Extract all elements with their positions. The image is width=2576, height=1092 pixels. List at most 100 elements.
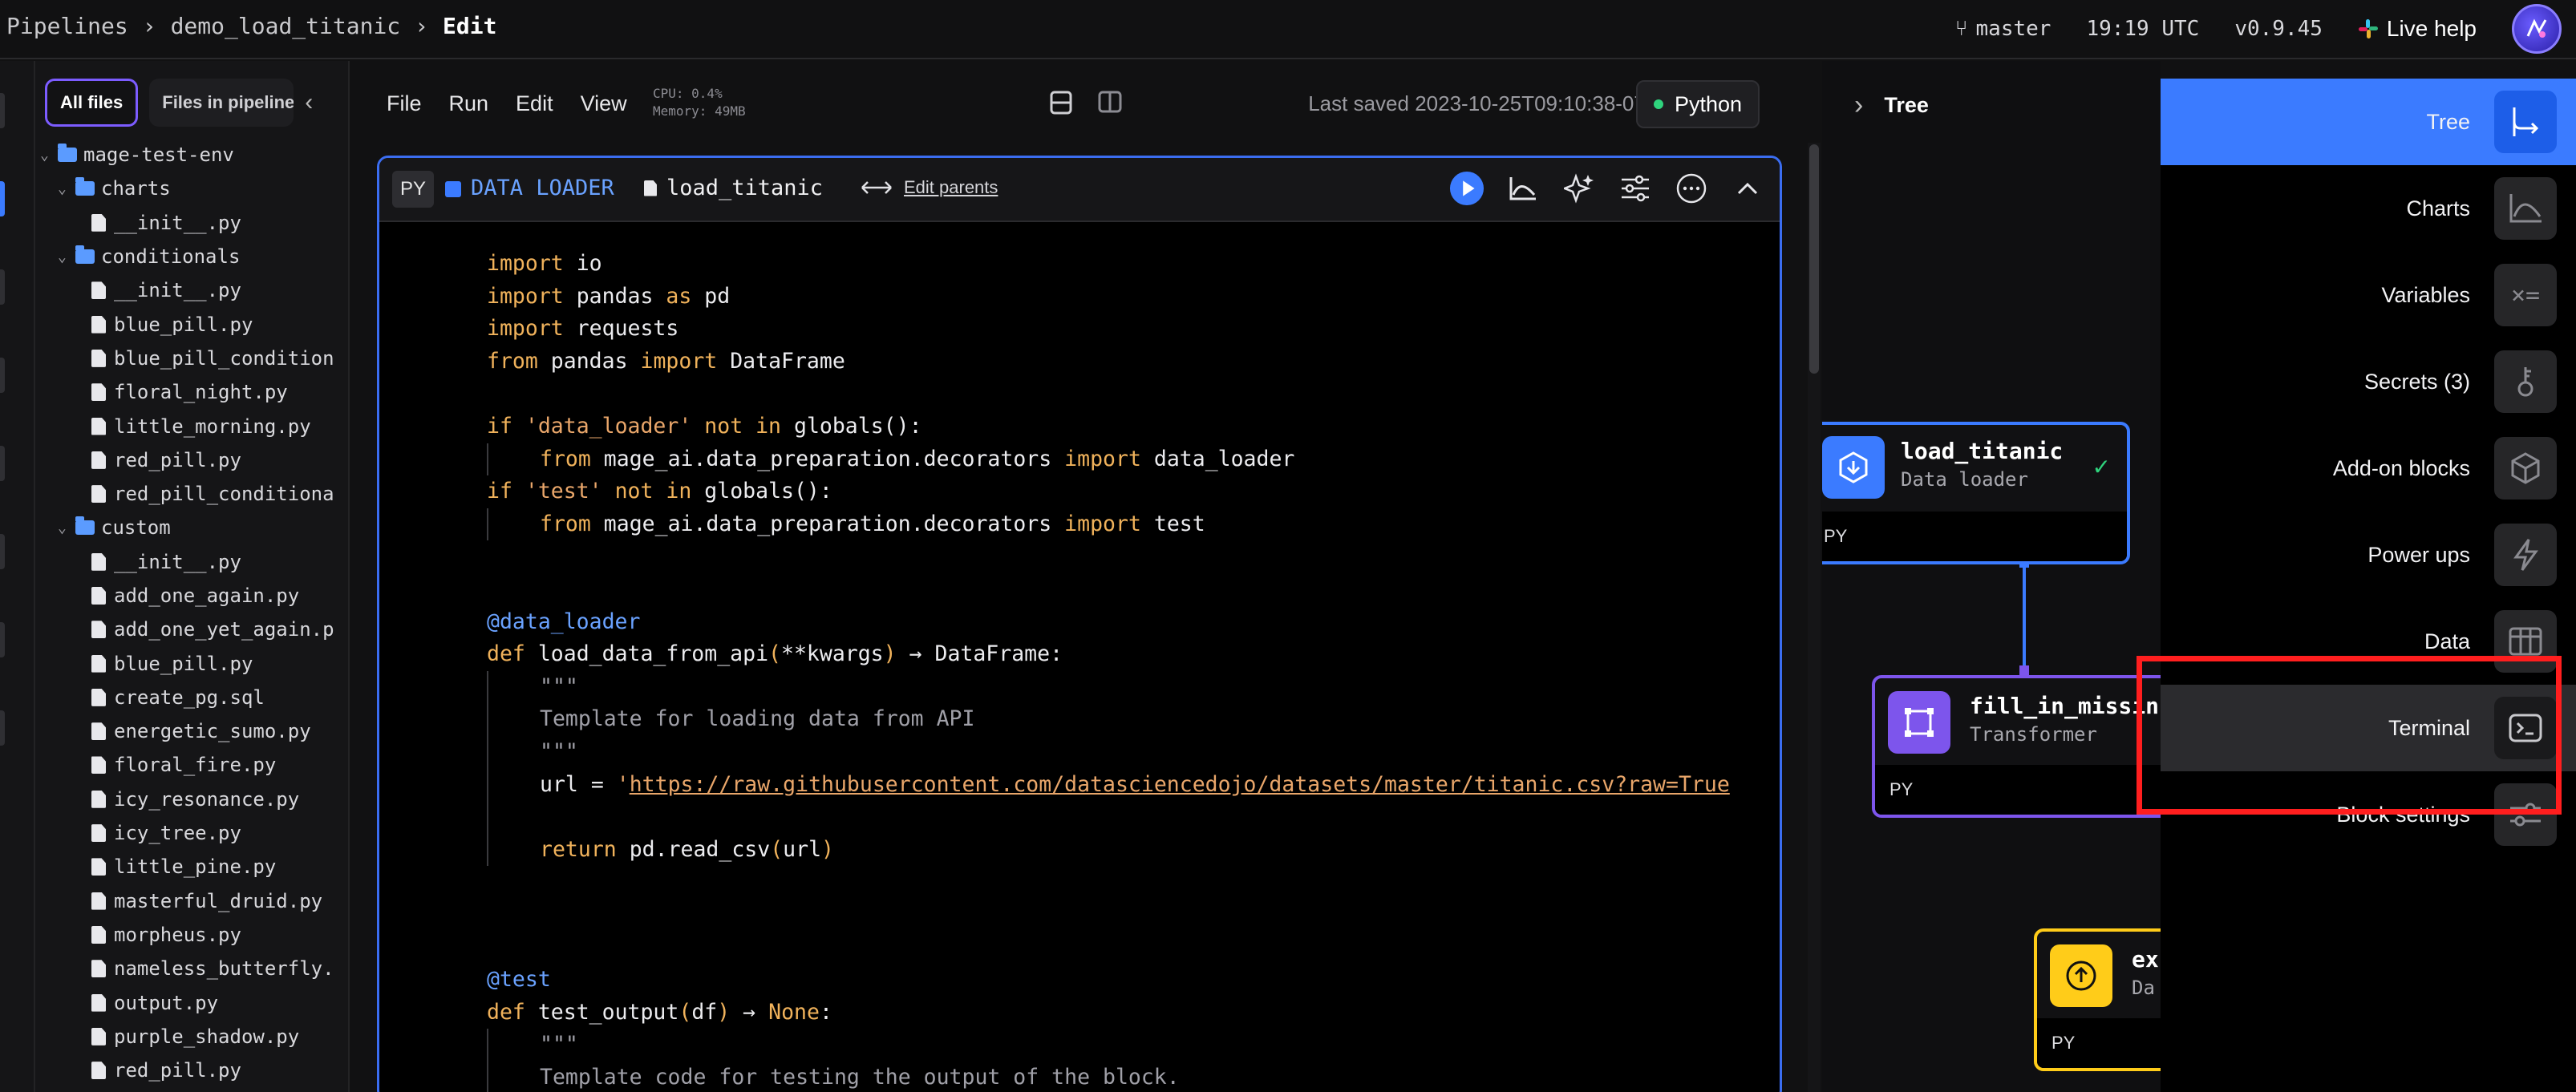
scrollbar-thumb[interactable]: [1809, 144, 1819, 374]
node-subtitle: Transformer: [1970, 723, 2097, 746]
file-tree-file[interactable]: add_one_again.py: [35, 579, 348, 613]
arrows-icon: [861, 181, 892, 194]
code-block[interactable]: PY DATA LOADER load_titanic Edit parents: [377, 156, 1782, 1092]
top-header: Pipelines › demo_load_titanic › Edit ⑂ m…: [0, 0, 2576, 59]
tab-all-files[interactable]: All files: [45, 79, 139, 127]
file-tree-folder[interactable]: ⌄ conditionals: [35, 240, 348, 273]
file-tree-file[interactable]: icy_resonance.py: [35, 783, 348, 816]
chevron-down-icon[interactable]: ⌄: [58, 249, 75, 265]
run-button[interactable]: [1449, 171, 1484, 206]
rail-item[interactable]: [0, 534, 5, 569]
file-tree-file[interactable]: masterful_druid.py: [35, 884, 348, 918]
menu-edit[interactable]: Edit: [516, 91, 553, 116]
transformer-icon: [1888, 691, 1950, 754]
file-icon: [91, 1027, 106, 1045]
block-settings-button[interactable]: [1618, 171, 1653, 206]
sidekick-item-label: Tree: [2426, 109, 2470, 134]
file-tree-folder[interactable]: ⌄ custom: [35, 511, 348, 544]
charts-button[interactable]: [1505, 171, 1541, 206]
branch-indicator[interactable]: ⑂ master: [1955, 17, 2051, 41]
rail-item[interactable]: [0, 358, 5, 393]
block-name[interactable]: load_titanic: [644, 176, 823, 200]
file-tree-file[interactable]: blue_pill.py: [35, 307, 348, 341]
file-tree-file[interactable]: __init__.py: [35, 545, 348, 579]
rail-item[interactable]: [0, 269, 5, 305]
tree-node-load-titanic[interactable]: load_titanic Data loader ✓ PY: [1822, 422, 2130, 564]
sidekick-item-charts[interactable]: Charts: [2161, 165, 2576, 252]
split-vertical-icon[interactable]: [1097, 90, 1123, 114]
file-tree-file[interactable]: little_morning.py: [35, 409, 348, 443]
file-tree-file[interactable]: energetic_sumo.py: [35, 714, 348, 748]
rail-item[interactable]: [0, 93, 5, 128]
rail-item[interactable]: [0, 622, 5, 657]
file-tree-file[interactable]: create_pg.sql: [35, 681, 348, 714]
file-tree-file[interactable]: blue_pill.py: [35, 646, 348, 680]
file-tree-file[interactable]: purple_shadow.py: [35, 1020, 348, 1054]
sidekick-item-power-ups[interactable]: Power ups: [2161, 512, 2576, 598]
file-tree-file[interactable]: morpheus.py: [35, 918, 348, 952]
code-editor[interactable]: import io import pandas as pd import req…: [379, 224, 1780, 1092]
tab-files-in-pipeline[interactable]: Files in pipeline: [149, 79, 294, 127]
edit-parents[interactable]: Edit parents: [861, 177, 998, 198]
file-tree-file[interactable]: __init__.py: [35, 206, 348, 240]
live-help-button[interactable]: Live help: [2358, 16, 2477, 42]
more-button[interactable]: [1674, 171, 1709, 206]
menu-run[interactable]: Run: [449, 91, 489, 116]
file-tree-file[interactable]: icy_tree.py: [35, 816, 348, 850]
sidekick-item-variables[interactable]: Variables ×=: [2161, 252, 2576, 338]
menu-view[interactable]: View: [581, 91, 627, 116]
file-tree-folder[interactable]: ⌄ charts: [35, 172, 348, 205]
rail-item[interactable]: [0, 710, 5, 746]
file-icon: [91, 790, 106, 808]
code-line: """: [379, 735, 1780, 769]
file-tree-file[interactable]: red_pill_conditiona: [35, 477, 348, 511]
chevron-down-icon[interactable]: ⌄: [58, 520, 75, 536]
file-tree-file[interactable]: little_pine.py: [35, 850, 348, 884]
collapse-button[interactable]: [1730, 171, 1765, 206]
node-title: fill_in_missin: [1970, 693, 2160, 719]
file-tree-label: nameless_butterfly.: [114, 957, 334, 981]
highlight-annotation: [2137, 656, 2562, 815]
play-icon: [1449, 171, 1484, 206]
ai-assist-button[interactable]: [1561, 171, 1597, 206]
editor-scrollbar[interactable]: [1808, 143, 1821, 1092]
chevron-left-icon[interactable]: ‹: [305, 89, 313, 116]
breadcrumb-pipelines[interactable]: Pipelines: [6, 13, 128, 39]
file-tree-file[interactable]: blue_pill_condition: [35, 342, 348, 375]
tree-node-fill-in-missing[interactable]: fill_in_missin Transformer PY: [1872, 675, 2161, 818]
more-icon: [1676, 173, 1707, 204]
file-tree-file[interactable]: red_pill.py: [35, 1054, 348, 1087]
tree-node-exporter[interactable]: ex Da PY: [2034, 928, 2161, 1071]
file-tree-folder[interactable]: ⌄ mage-test-env: [35, 138, 348, 172]
edit-parents-link[interactable]: Edit parents: [904, 177, 998, 198]
rail-item-active[interactable]: [0, 181, 5, 216]
avatar[interactable]: [2512, 4, 2562, 54]
code-line: return pd.read_csv(url): [379, 833, 1780, 867]
chevron-up-icon: [1737, 182, 1758, 195]
file-tree-file[interactable]: add_one_yet_again.p: [35, 613, 348, 646]
file-tree-file[interactable]: __init__.py: [35, 273, 348, 307]
file-icon: [644, 180, 657, 196]
menu-file[interactable]: File: [387, 91, 422, 116]
split-horizontal-icon[interactable]: [1049, 90, 1073, 115]
sidekick-item-secrets[interactable]: Secrets (3): [2161, 338, 2576, 425]
file-tree-file[interactable]: nameless_butterfly.: [35, 952, 348, 985]
breadcrumb-pipeline-name[interactable]: demo_load_titanic: [171, 13, 401, 39]
file-icon: [91, 587, 106, 605]
chevron-down-icon[interactable]: ⌄: [58, 180, 75, 197]
sparkle-icon: [1564, 173, 1594, 204]
rail-item[interactable]: [0, 446, 5, 481]
chevron-down-icon[interactable]: ⌄: [40, 147, 58, 164]
kernel-selector[interactable]: Python: [1635, 80, 1760, 128]
file-tree-file[interactable]: floral_fire.py: [35, 748, 348, 782]
file-tree-label: add_one_yet_again.p: [114, 618, 334, 641]
file-tree-file[interactable]: output.py: [35, 985, 348, 1019]
file-browser: All files Files in pipeline ‹ ⌄ mage-test…: [35, 61, 350, 1092]
file-tree-label: masterful_druid.py: [114, 889, 323, 912]
sidekick-item-addon-blocks[interactable]: Add-on blocks: [2161, 425, 2576, 512]
file-tree-file[interactable]: floral_night.py: [35, 375, 348, 409]
file-tree-file[interactable]: red_pill.py: [35, 443, 348, 477]
sidekick-item-tree[interactable]: Tree: [2161, 79, 2576, 165]
layout-toggle: [1049, 90, 1123, 115]
file-icon: [91, 552, 106, 571]
